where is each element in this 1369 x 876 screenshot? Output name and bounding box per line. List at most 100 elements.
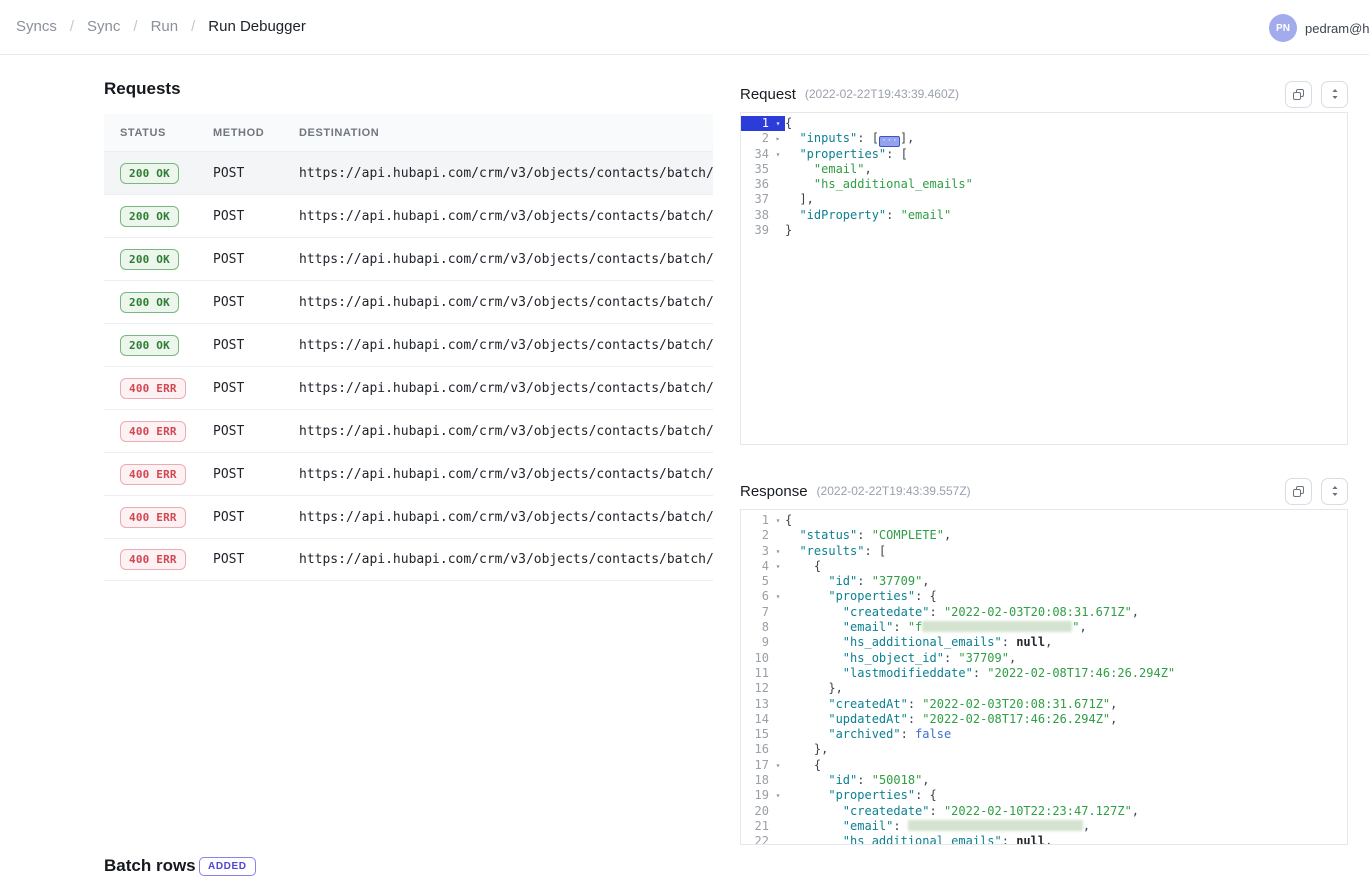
chevron-down-icon[interactable]: ▾ — [771, 589, 785, 604]
code-line: 1▾{ — [741, 116, 1347, 131]
breadcrumb-item-sync[interactable]: Sync — [87, 18, 120, 35]
code-token: , — [1110, 697, 1117, 711]
line-number[interactable]: 37 — [741, 192, 771, 207]
line-number[interactable]: 1 — [741, 513, 771, 528]
code-token: : — [893, 620, 907, 634]
line-number[interactable]: 34 — [741, 147, 771, 162]
code-line: 2▸ "inputs": [···], — [741, 131, 1347, 146]
gutter: 37 — [741, 192, 785, 207]
code-content: "updatedAt": "2022-02-08T17:46:26.294Z", — [785, 712, 1347, 727]
copy-icon — [1292, 485, 1305, 498]
breadcrumb-separator: / — [191, 18, 195, 35]
line-number[interactable]: 10 — [741, 651, 771, 666]
method-cell: POST — [213, 252, 299, 267]
line-number[interactable]: 14 — [741, 712, 771, 727]
avatar[interactable]: PN — [1269, 14, 1297, 42]
destination-cell: https://api.hubapi.com/crm/v3/objects/co… — [299, 252, 713, 267]
chevron-down-icon[interactable]: ▾ — [771, 544, 785, 559]
chevron-down-icon[interactable]: ▾ — [771, 758, 785, 773]
line-number[interactable]: 15 — [741, 727, 771, 742]
line-number[interactable]: 38 — [741, 208, 771, 223]
table-row[interactable]: 200 OKPOSThttps://api.hubapi.com/crm/v3/… — [104, 151, 713, 194]
line-number[interactable]: 3 — [741, 544, 771, 559]
line-number[interactable]: 8 — [741, 620, 771, 635]
line-number[interactable]: 12 — [741, 681, 771, 696]
chevron-down-icon[interactable]: ▾ — [771, 559, 785, 574]
code-content: "createdAt": "2022-02-03T20:08:31.671Z", — [785, 697, 1347, 712]
gutter: 8 — [741, 620, 785, 635]
response-code-editor[interactable]: 1▾{2 "status": "COMPLETE",3▾ "results": … — [740, 509, 1348, 845]
line-number[interactable]: 36 — [741, 177, 771, 192]
code-token: null — [1016, 834, 1045, 845]
code-token: "hs_additional_emails" — [843, 834, 1002, 845]
code-line: 14 "updatedAt": "2022-02-08T17:46:26.294… — [741, 712, 1347, 727]
table-row[interactable]: 200 OKPOSThttps://api.hubapi.com/crm/v3/… — [104, 237, 713, 280]
fold-spacer — [771, 697, 785, 712]
chevron-down-icon[interactable]: ▾ — [771, 147, 785, 162]
copy-request-button[interactable] — [1285, 81, 1312, 108]
line-number[interactable]: 1 — [741, 116, 771, 131]
line-number[interactable]: 18 — [741, 773, 771, 788]
line-number[interactable]: 13 — [741, 697, 771, 712]
code-token: "37709" — [958, 651, 1009, 665]
copy-response-button[interactable] — [1285, 478, 1312, 505]
fold-spacer — [771, 819, 785, 834]
line-number[interactable]: 17 — [741, 758, 771, 773]
chevron-right-icon[interactable]: ▸ — [771, 131, 785, 146]
status-badge: 200 OK — [120, 335, 179, 356]
code-token: : — [886, 208, 900, 222]
line-number[interactable]: 4 — [741, 559, 771, 574]
line-number[interactable]: 39 — [741, 223, 771, 238]
code-line: 17▾ { — [741, 758, 1347, 773]
chevron-down-icon[interactable]: ▾ — [771, 788, 785, 803]
table-row[interactable]: 400 ERRPOSThttps://api.hubapi.com/crm/v3… — [104, 366, 713, 409]
expand-request-button[interactable] — [1321, 81, 1348, 108]
breadcrumb-item-run[interactable]: Run — [151, 18, 179, 35]
table-row[interactable]: 200 OKPOSThttps://api.hubapi.com/crm/v3/… — [104, 323, 713, 366]
gutter: 19▾ — [741, 788, 785, 803]
code-token: "properties" — [799, 147, 886, 161]
code-line: 16 }, — [741, 742, 1347, 757]
fold-spacer — [771, 712, 785, 727]
breadcrumb-item-syncs[interactable]: Syncs — [16, 18, 57, 35]
table-row[interactable]: 400 ERRPOSThttps://api.hubapi.com/crm/v3… — [104, 409, 713, 452]
line-number[interactable]: 2 — [741, 528, 771, 543]
code-token: false — [915, 727, 951, 741]
line-number[interactable]: 20 — [741, 804, 771, 819]
line-number[interactable]: 22 — [741, 834, 771, 845]
method-cell: POST — [213, 424, 299, 439]
table-row[interactable]: 400 ERRPOSThttps://api.hubapi.com/crm/v3… — [104, 495, 713, 538]
line-number[interactable]: 6 — [741, 589, 771, 604]
gutter: 22 — [741, 834, 785, 845]
request-code-editor[interactable]: 1▾{2▸ "inputs": [···],34▾ "properties": … — [740, 112, 1348, 445]
status-badge: 200 OK — [120, 206, 179, 227]
destination-cell: https://api.hubapi.com/crm/v3/objects/co… — [299, 510, 713, 525]
method-cell: POST — [213, 166, 299, 181]
table-row[interactable]: 200 OKPOSThttps://api.hubapi.com/crm/v3/… — [104, 194, 713, 237]
table-row[interactable]: 200 OKPOSThttps://api.hubapi.com/crm/v3/… — [104, 280, 713, 323]
line-number[interactable]: 9 — [741, 635, 771, 650]
line-number[interactable]: 2 — [741, 131, 771, 146]
line-number[interactable]: 7 — [741, 605, 771, 620]
line-number[interactable]: 16 — [741, 742, 771, 757]
line-number[interactable]: 5 — [741, 574, 771, 589]
expand-response-button[interactable] — [1321, 478, 1348, 505]
chevron-down-icon[interactable]: ▾ — [771, 513, 785, 528]
code-token — [785, 147, 799, 161]
collapsed-content-box[interactable]: ··· — [879, 136, 900, 147]
code-token: "results" — [799, 544, 864, 558]
code-content: "hs_object_id": "37709", — [785, 651, 1347, 666]
code-token: : [ — [864, 544, 886, 558]
code-content: "archived": false — [785, 727, 1347, 742]
table-row[interactable]: 400 ERRPOSThttps://api.hubapi.com/crm/v3… — [104, 452, 713, 495]
destination-cell: https://api.hubapi.com/crm/v3/objects/co… — [299, 338, 713, 353]
code-token: : — [1002, 635, 1016, 649]
account-menu[interactable]: PN pedram@hig — [1269, 13, 1369, 43]
table-row[interactable]: 400 ERRPOSThttps://api.hubapi.com/crm/v3… — [104, 538, 713, 581]
code-token — [785, 819, 843, 833]
line-number[interactable]: 35 — [741, 162, 771, 177]
line-number[interactable]: 21 — [741, 819, 771, 834]
chevron-down-icon[interactable]: ▾ — [771, 116, 785, 131]
line-number[interactable]: 19 — [741, 788, 771, 803]
line-number[interactable]: 11 — [741, 666, 771, 681]
